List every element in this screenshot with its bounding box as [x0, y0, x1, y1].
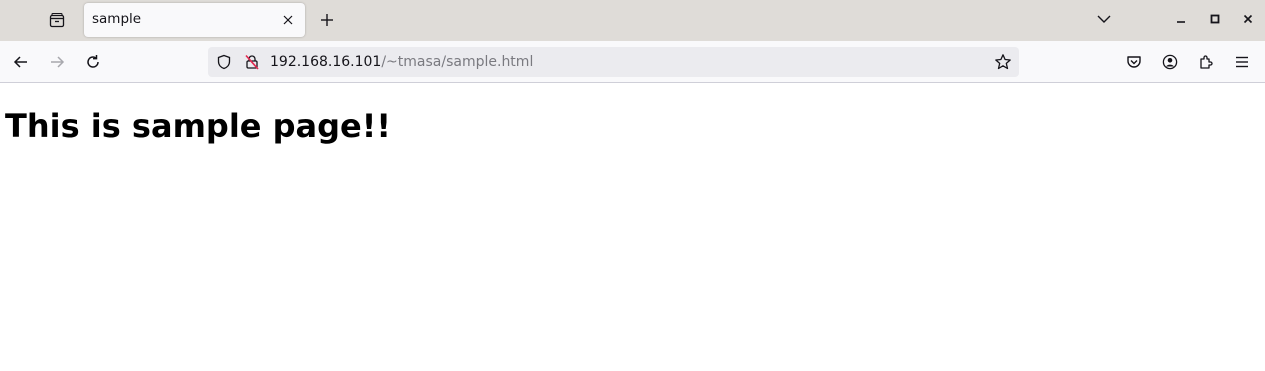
forward-arrow-icon	[49, 54, 65, 70]
chevron-down-icon	[1097, 14, 1111, 24]
maximize-icon	[1210, 14, 1220, 24]
firefox-view-button[interactable]	[43, 6, 71, 34]
page-heading: This is sample page!!	[5, 107, 391, 145]
tab-active[interactable]: sample	[84, 3, 305, 37]
url-path: /~tmasa/sample.html	[381, 54, 534, 70]
page-content: This is sample page!!	[0, 84, 1265, 371]
back-arrow-icon	[13, 54, 29, 70]
tab-title: sample	[92, 11, 142, 27]
plus-icon	[320, 13, 334, 27]
app-menu-button[interactable]	[1228, 48, 1256, 76]
minimize-icon	[1176, 14, 1186, 24]
close-icon[interactable]	[280, 12, 296, 28]
hamburger-menu-icon	[1235, 56, 1249, 68]
insecure-lock-icon[interactable]	[243, 53, 261, 71]
pocket-icon	[1126, 54, 1142, 70]
account-button[interactable]	[1156, 48, 1184, 76]
account-icon	[1162, 54, 1178, 70]
reload-icon	[85, 54, 101, 70]
tab-strip: sample	[0, 0, 1265, 41]
extensions-icon	[1198, 54, 1214, 70]
shield-icon[interactable]	[215, 53, 233, 71]
pocket-button[interactable]	[1120, 48, 1148, 76]
forward-button[interactable]	[43, 48, 71, 76]
url-bar[interactable]: 192.168.16.101/~tmasa/sample.html	[208, 47, 1019, 77]
minimize-button[interactable]	[1171, 9, 1191, 29]
new-tab-button[interactable]	[314, 7, 340, 33]
nav-toolbar: 192.168.16.101/~tmasa/sample.html	[0, 41, 1265, 83]
star-icon[interactable]	[994, 53, 1012, 71]
close-window-button[interactable]	[1238, 9, 1258, 29]
back-button[interactable]	[7, 48, 35, 76]
close-window-icon	[1243, 14, 1253, 24]
reload-button[interactable]	[79, 48, 107, 76]
extensions-button[interactable]	[1192, 48, 1220, 76]
url-host: 192.168.16.101	[270, 54, 382, 70]
list-all-tabs-button[interactable]	[1092, 7, 1116, 31]
firefox-view-icon	[49, 12, 65, 28]
maximize-button[interactable]	[1205, 9, 1225, 29]
url-text[interactable]: 192.168.16.101/~tmasa/sample.html	[270, 54, 533, 70]
